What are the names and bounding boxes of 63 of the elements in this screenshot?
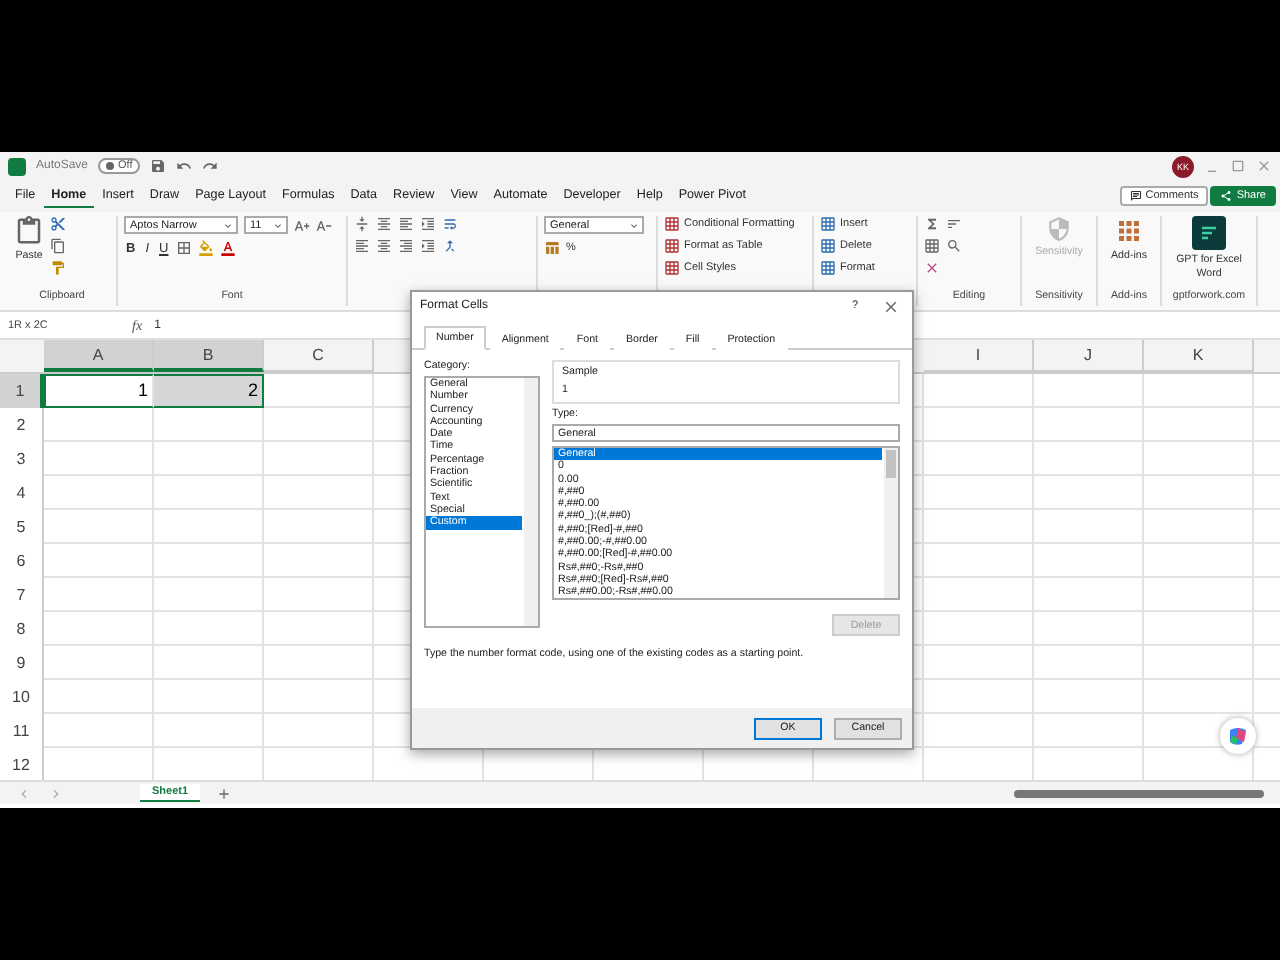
search-icon[interactable] (946, 238, 962, 254)
align-left-icon[interactable] (354, 238, 370, 254)
add-sheet-icon[interactable] (216, 785, 233, 801)
sort-icon[interactable] (946, 216, 962, 232)
close-icon[interactable] (882, 297, 900, 315)
indent-icon[interactable] (420, 238, 436, 254)
table-icon (664, 238, 680, 254)
scrollbar[interactable] (524, 378, 538, 626)
column-header[interactable]: C (264, 340, 374, 372)
row-header[interactable]: 2 (0, 408, 44, 442)
shrink-font-icon[interactable] (316, 217, 332, 233)
grid-icon (1114, 216, 1144, 246)
column-header[interactable]: K (1144, 340, 1254, 372)
row-header[interactable]: 9 (0, 646, 44, 680)
redo-icon[interactable] (202, 158, 219, 174)
column-header[interactable]: A (44, 340, 154, 372)
copilot-icon[interactable] (1220, 718, 1256, 754)
row-header[interactable]: 8 (0, 612, 44, 646)
share-icon (1220, 190, 1233, 202)
scissors-icon[interactable] (50, 216, 66, 232)
horizontal-scrollbar[interactable] (1014, 789, 1264, 797)
sum-icon[interactable] (924, 216, 940, 232)
table-icon (664, 216, 680, 232)
fill-color-icon[interactable] (198, 240, 215, 256)
clear-icon[interactable] (924, 260, 940, 276)
maximize-icon[interactable] (1230, 158, 1246, 174)
row-header[interactable]: 11 (0, 714, 44, 748)
table-cell[interactable]: 2 (154, 374, 264, 408)
grow-font-icon[interactable] (294, 217, 310, 233)
row-header[interactable]: 4 (0, 476, 44, 510)
column-header[interactable]: B (154, 340, 264, 372)
border-icon[interactable] (176, 240, 193, 256)
copy-icon[interactable] (50, 238, 66, 254)
row-header[interactable]: 10 (0, 680, 44, 714)
table-cell[interactable]: 1 (44, 374, 154, 408)
row-header[interactable]: 3 (0, 442, 44, 476)
align-right-icon[interactable] (398, 238, 414, 254)
font-color-icon[interactable] (220, 240, 237, 256)
column-header[interactable]: I (924, 340, 1034, 372)
shield-icon (1046, 216, 1072, 242)
caret-icon (628, 219, 640, 231)
scrollbar[interactable] (884, 448, 898, 598)
table-icon (820, 260, 836, 276)
comment-icon (1129, 190, 1142, 202)
table-icon (664, 260, 680, 276)
app-logo-icon (1192, 216, 1226, 250)
caret-icon (222, 219, 234, 231)
caret-icon (272, 219, 284, 231)
table-icon (820, 216, 836, 232)
table-icon (820, 238, 836, 254)
close-icon[interactable] (1256, 158, 1272, 174)
row-header[interactable]: 5 (0, 510, 44, 544)
row-header[interactable]: 1 (0, 374, 44, 408)
brush-icon[interactable] (50, 260, 66, 276)
column-header[interactable]: J (1034, 340, 1144, 372)
save-icon[interactable] (150, 158, 167, 174)
wrap-text-icon[interactable] (442, 216, 458, 232)
merge-icon[interactable] (442, 238, 458, 254)
row-header[interactable]: 7 (0, 578, 44, 612)
align-center-icon[interactable] (376, 238, 392, 254)
undo-icon[interactable] (176, 158, 193, 174)
row-header[interactable]: 6 (0, 544, 44, 578)
excel-logo-icon (8, 157, 26, 175)
